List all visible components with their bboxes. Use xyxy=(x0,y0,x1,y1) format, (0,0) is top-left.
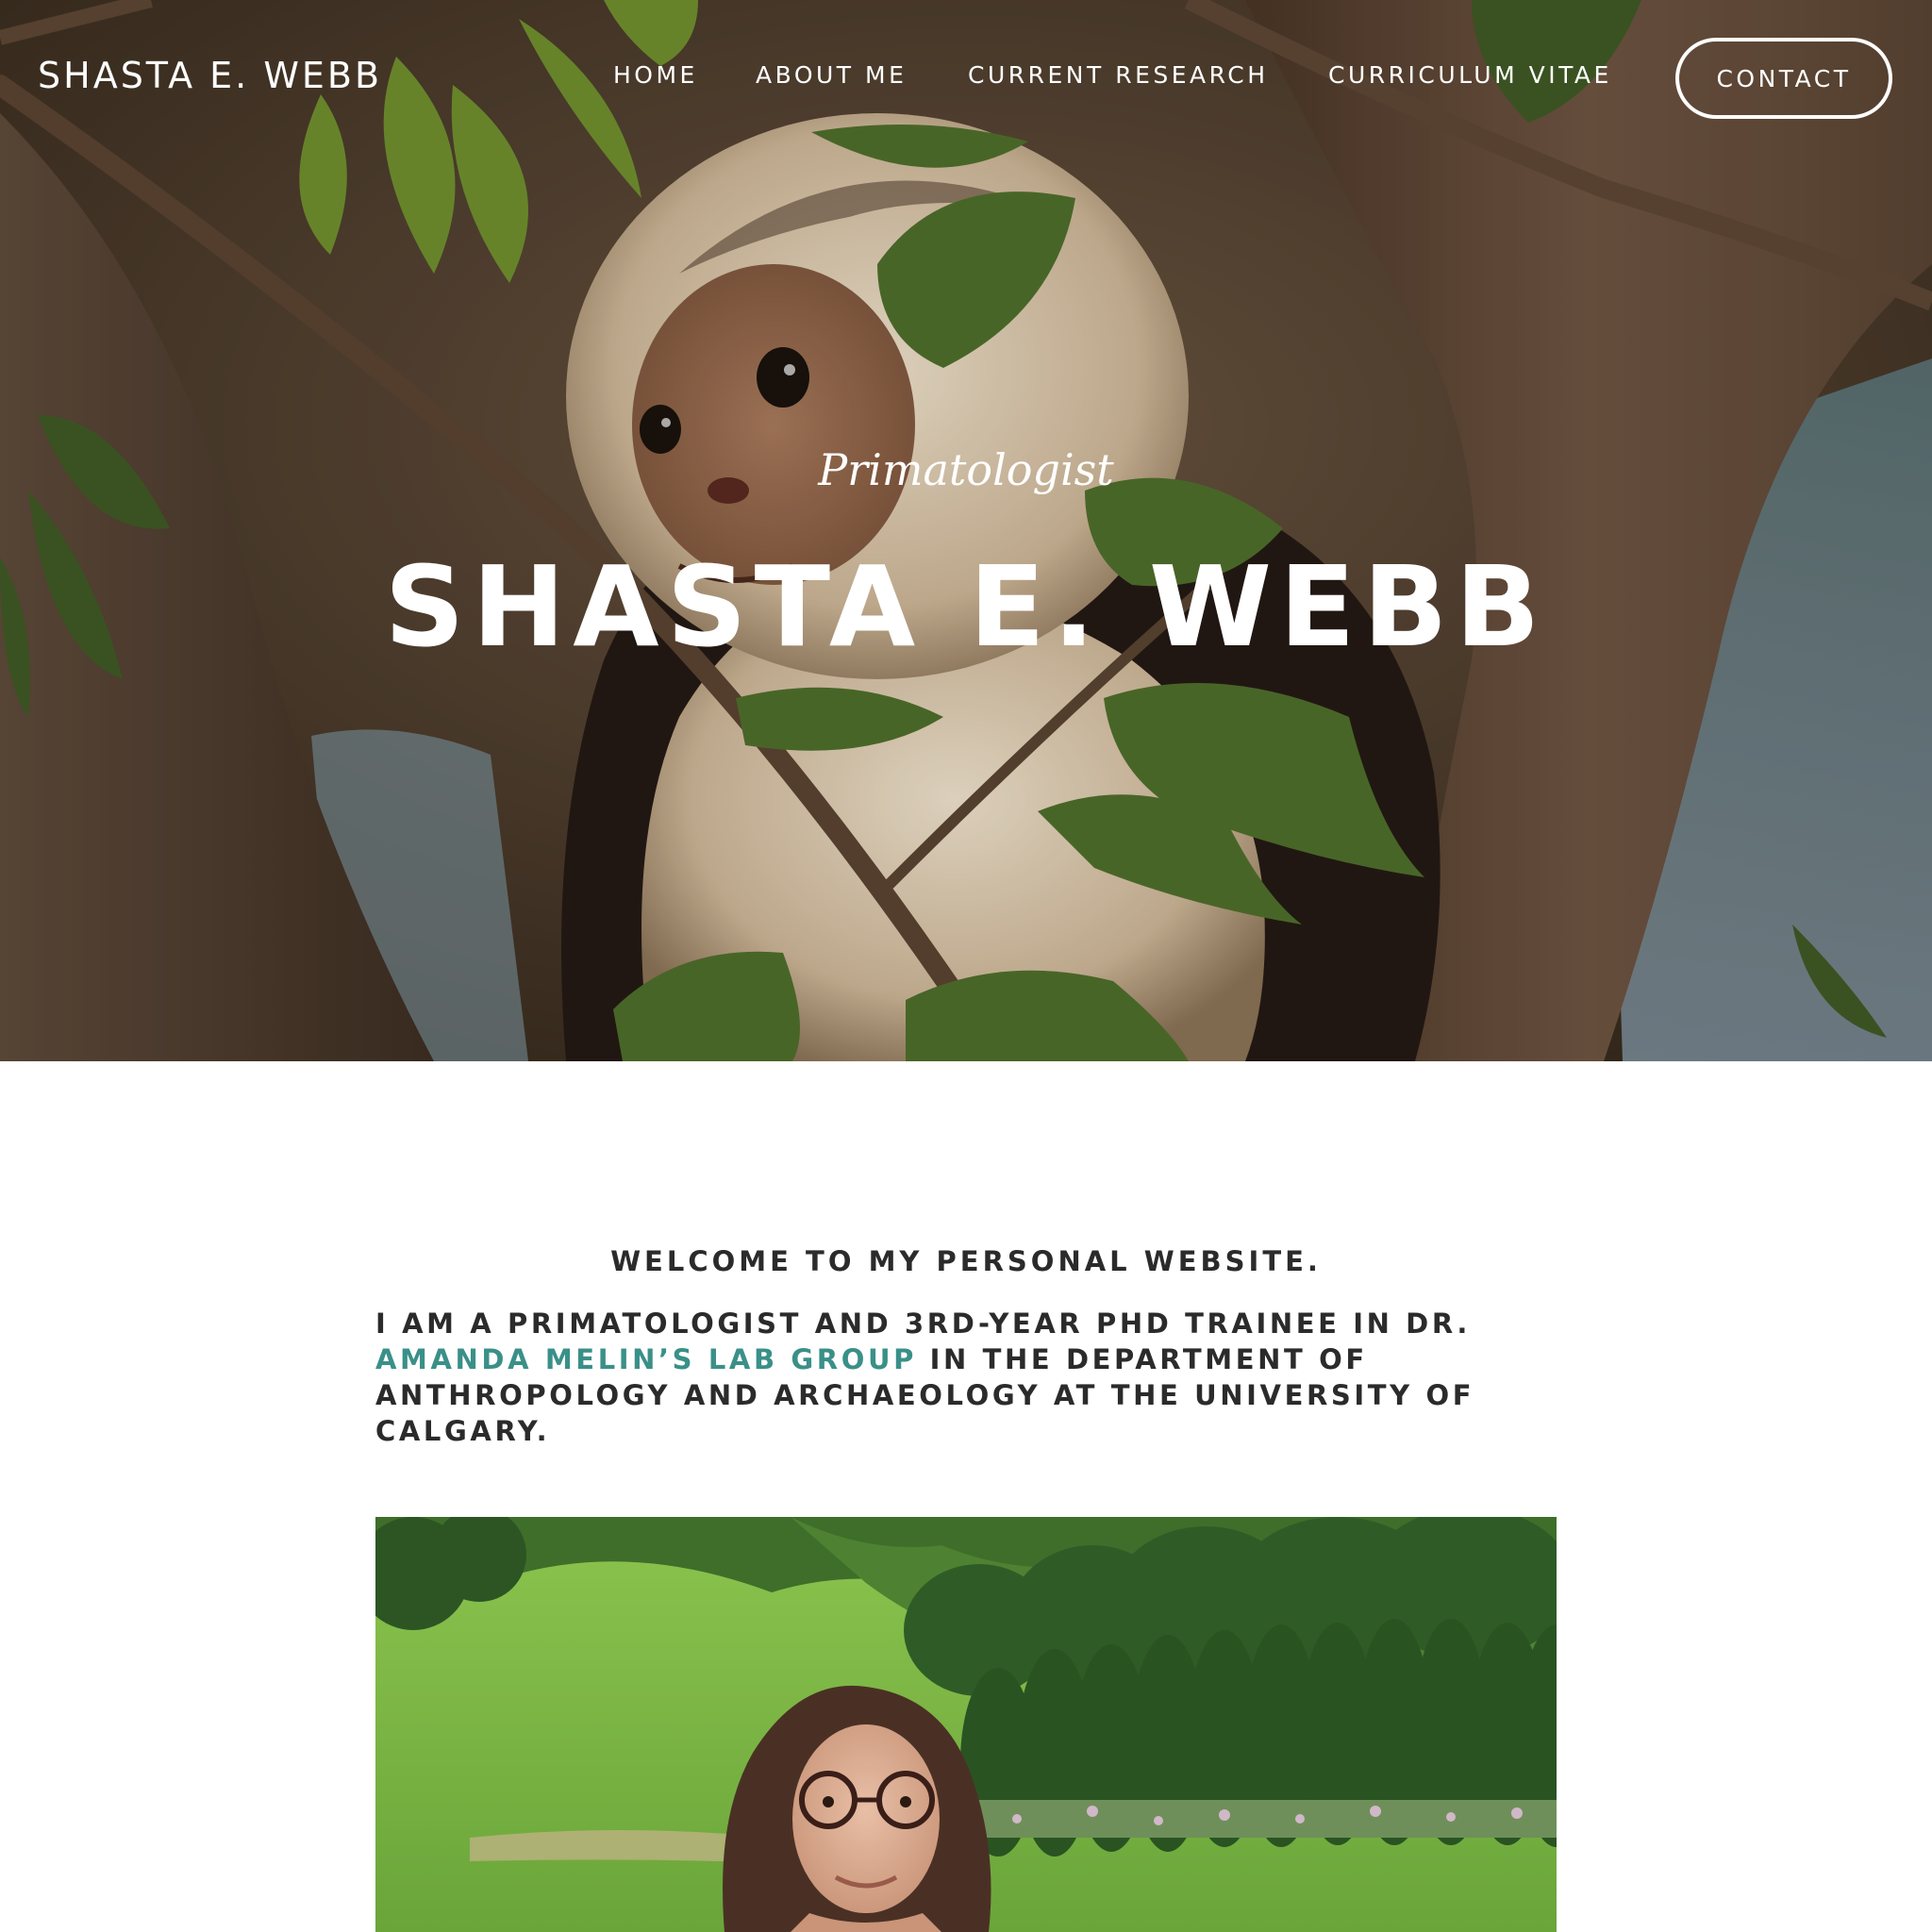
site-header: SHASTA E. WEBB HOME ABOUT ME CURRENT RES… xyxy=(0,0,1932,156)
site-title-link[interactable]: SHASTA E. WEBB xyxy=(38,53,382,98)
intro-text-before: I AM A PRIMATOLOGIST AND 3RD-YEAR PHD TR… xyxy=(375,1307,1471,1340)
intro-paragraph: I AM A PRIMATOLOGIST AND 3RD-YEAR PHD TR… xyxy=(375,1306,1583,1449)
hero-overlay xyxy=(0,0,1932,1061)
nav-home[interactable]: HOME xyxy=(613,60,698,91)
nav-curriculum-vitae[interactable]: CURRICULUM VITAE xyxy=(1328,60,1612,91)
nav-about-me[interactable]: ABOUT ME xyxy=(756,60,907,91)
portrait-photo xyxy=(375,1517,1557,1932)
hero-subtitle: Primatologist xyxy=(818,444,1114,495)
contact-button-label: CONTACT xyxy=(1716,64,1852,92)
hero-banner: Primatologist SHASTA E. WEBB xyxy=(0,0,1932,1061)
nav-current-research[interactable]: CURRENT RESEARCH xyxy=(968,60,1269,91)
contact-button[interactable]: CONTACT xyxy=(1675,38,1892,119)
lab-group-link[interactable]: AMANDA MELIN’S LAB GROUP xyxy=(375,1343,917,1375)
welcome-heading: WELCOME TO MY PERSONAL WEBSITE. xyxy=(610,1245,1322,1277)
hero-title: SHASTA E. WEBB xyxy=(384,541,1548,672)
